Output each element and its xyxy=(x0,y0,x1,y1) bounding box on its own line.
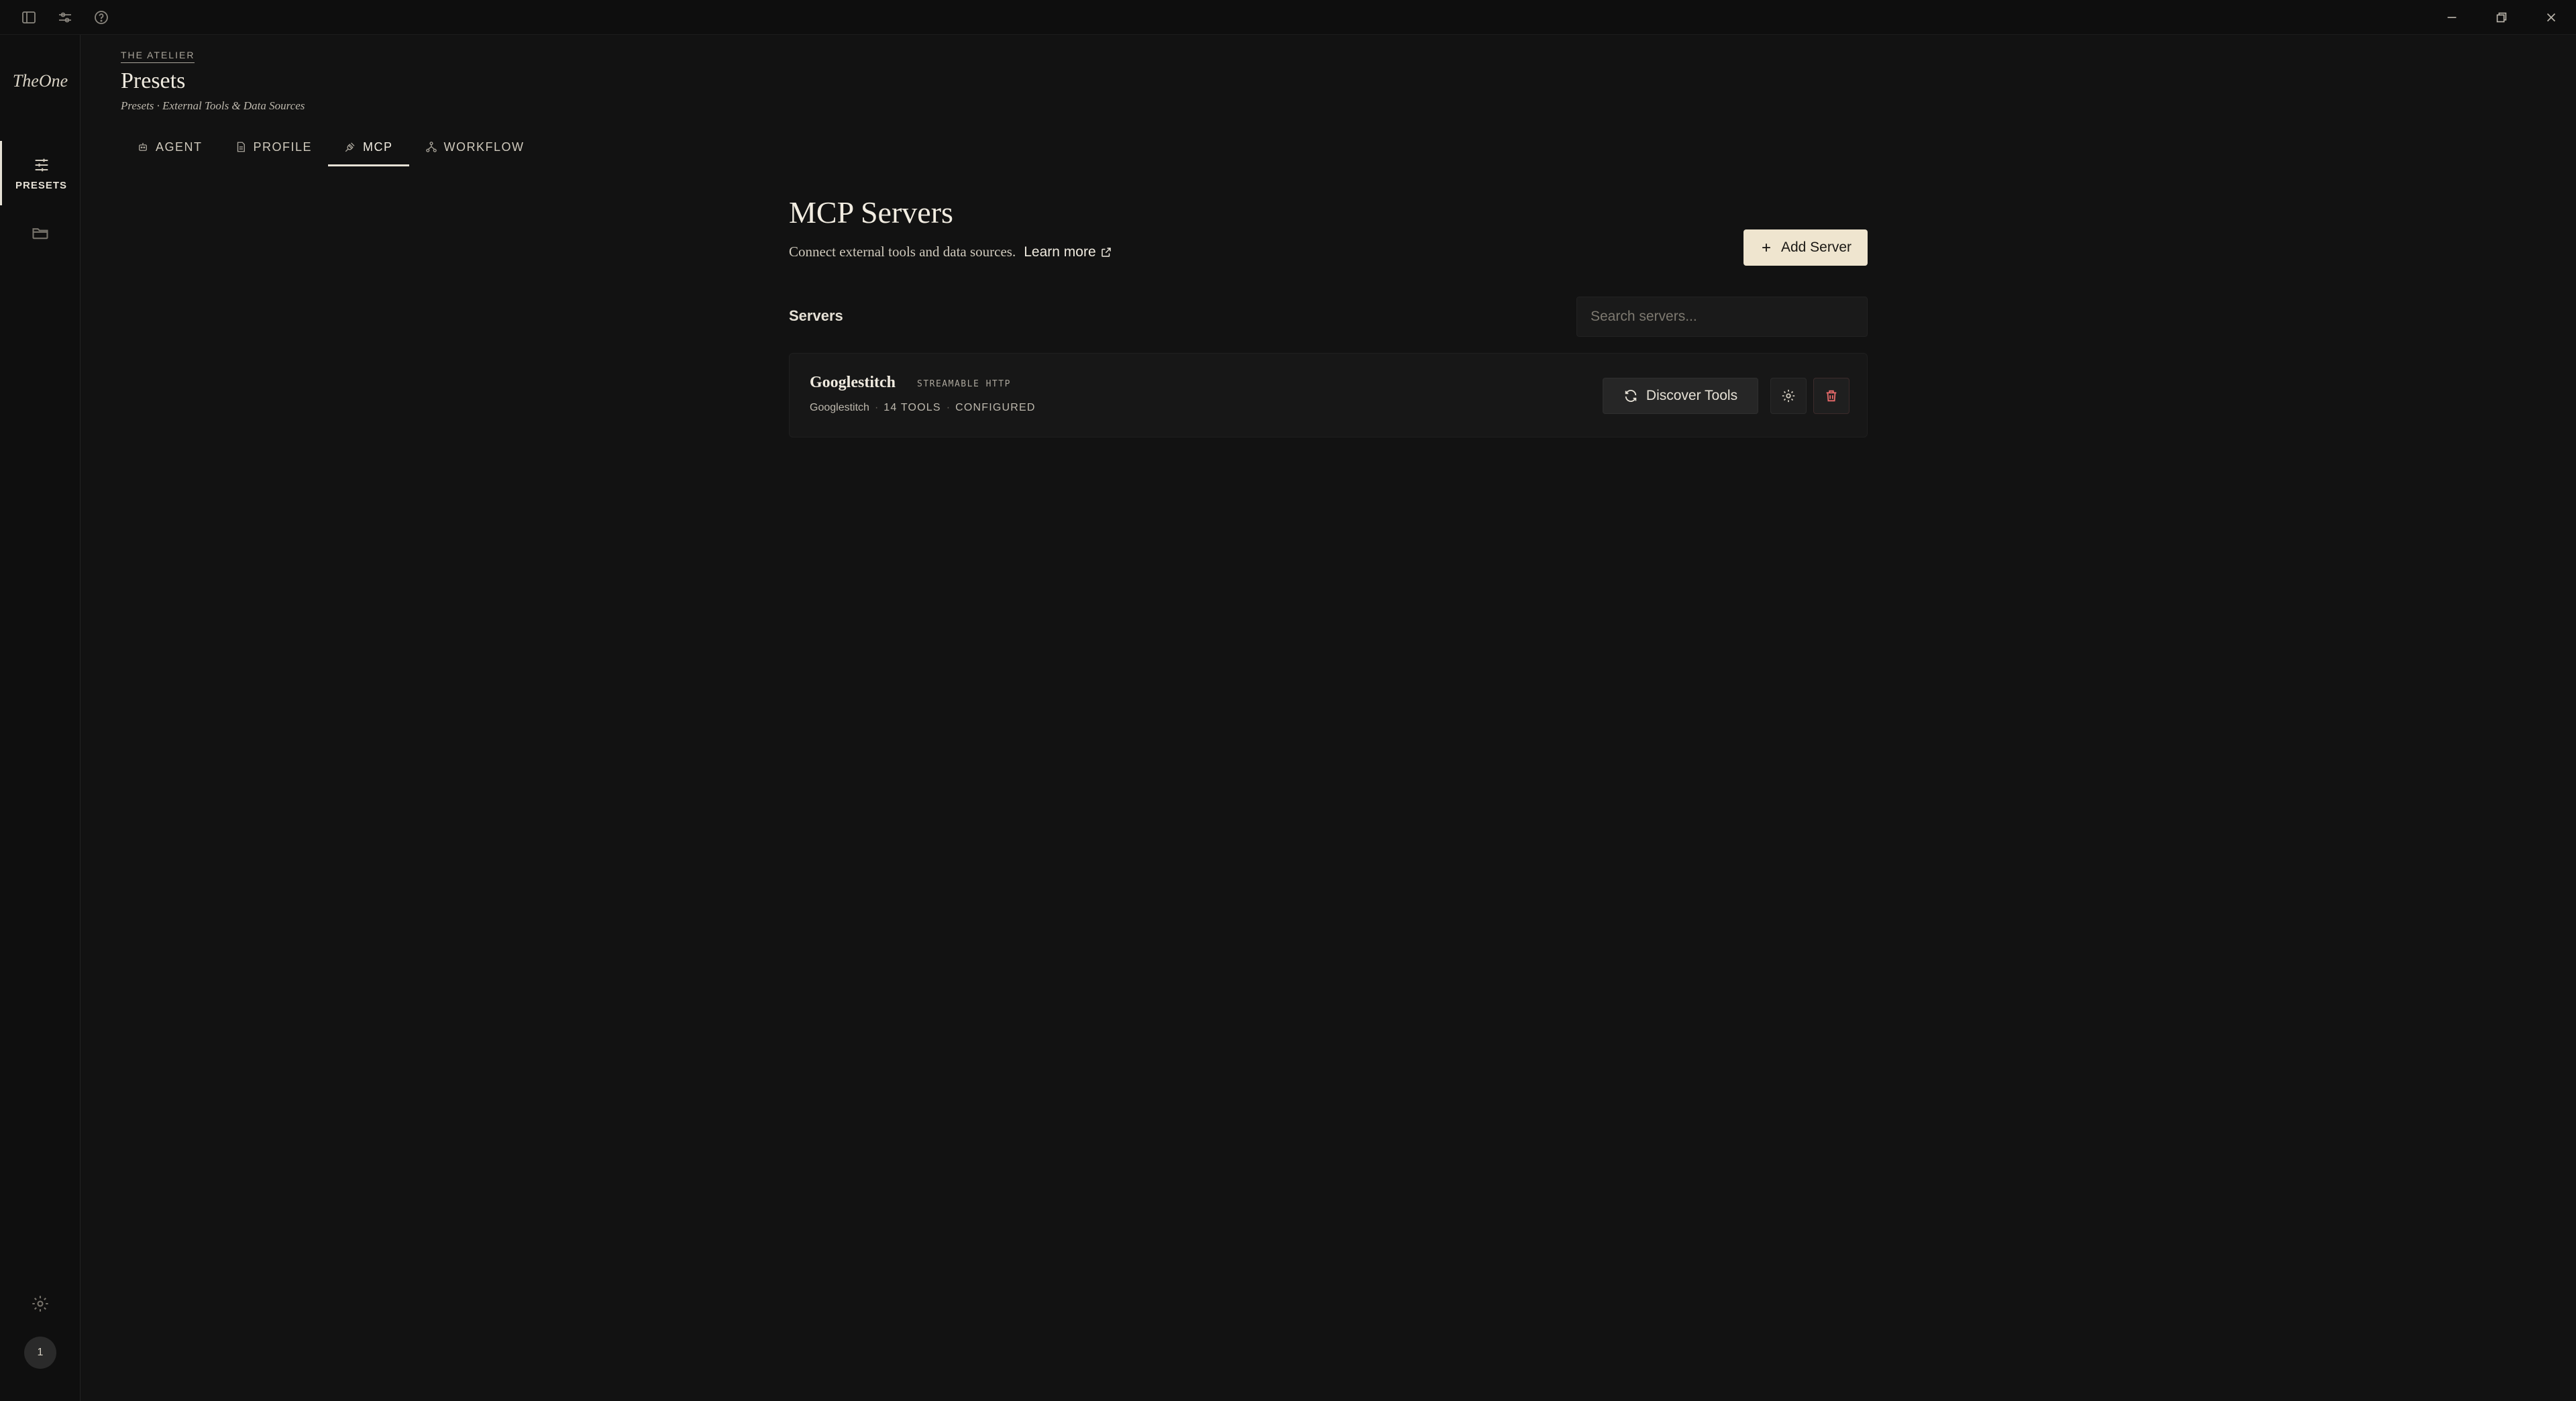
server-id: Googlestitch xyxy=(810,402,869,413)
mcp-panel: MCP Servers Connect external tools and d… xyxy=(789,195,1868,437)
server-status: CONFIGURED xyxy=(955,402,1036,413)
tab-agent[interactable]: AGENT xyxy=(121,127,219,166)
servers-heading: Servers xyxy=(789,307,843,324)
plug-icon xyxy=(345,142,355,152)
sidebar-toggle-icon[interactable] xyxy=(20,9,38,26)
restore-icon[interactable] xyxy=(2491,7,2512,28)
title-bar xyxy=(0,0,2576,35)
add-server-button[interactable]: Add Server xyxy=(1743,229,1868,266)
server-tool-count: 14 TOOLS xyxy=(883,402,941,413)
rail-item-files[interactable] xyxy=(0,216,80,250)
gear-icon xyxy=(32,1296,48,1312)
robot-icon xyxy=(139,143,147,151)
section-title: MCP Servers xyxy=(789,195,953,229)
left-rail: TheOne PRESETS 1 xyxy=(0,35,80,1401)
tab-label: MCP xyxy=(363,140,393,154)
page-subtitle: Presets · External Tools & Data Sources xyxy=(121,99,305,112)
settings-sliders-icon[interactable] xyxy=(56,9,74,26)
workflow-icon xyxy=(425,142,437,152)
rail-item-label: PRESETS xyxy=(15,179,68,191)
server-name: Googlestitch xyxy=(810,374,896,391)
plus-icon xyxy=(1762,244,1770,252)
delete-server-button[interactable] xyxy=(1813,378,1849,414)
gear-icon xyxy=(1782,389,1795,403)
rail-item-settings[interactable] xyxy=(0,1287,80,1320)
eyebrow: THE ATELIER xyxy=(121,50,195,63)
avatar[interactable]: 1 xyxy=(24,1337,56,1369)
external-link-icon xyxy=(1101,247,1111,257)
separator: · xyxy=(874,402,879,413)
separator: · xyxy=(946,402,951,413)
discover-tools-label: Discover Tools xyxy=(1646,388,1738,403)
page-header: THE ATELIER Presets Presets · External T… xyxy=(121,50,305,113)
search-input[interactable] xyxy=(1576,297,1868,337)
folder-icon xyxy=(32,228,48,240)
tab-label: WORKFLOW xyxy=(443,140,525,154)
server-card[interactable]: Googlestitch STREAMABLE HTTP Googlestitc… xyxy=(789,353,1868,437)
minimize-icon[interactable] xyxy=(2442,7,2462,28)
refresh-icon xyxy=(1625,390,1637,402)
page-title: Presets xyxy=(121,68,186,93)
document-icon xyxy=(237,142,245,152)
tab-profile[interactable]: PROFILE xyxy=(219,127,329,166)
sliders-icon xyxy=(35,158,48,171)
tab-label: PROFILE xyxy=(253,140,313,154)
tab-mcp[interactable]: MCP xyxy=(328,127,409,166)
server-settings-button[interactable] xyxy=(1770,378,1807,414)
learn-more-link[interactable]: Learn more xyxy=(1024,244,1112,260)
trash-icon xyxy=(1826,390,1837,402)
learn-more-label: Learn more xyxy=(1024,244,1096,260)
help-icon[interactable] xyxy=(93,9,110,26)
server-transport-badge: STREAMABLE HTTP xyxy=(917,379,1011,389)
close-icon[interactable] xyxy=(2541,7,2561,28)
rail-item-presets[interactable]: PRESETS xyxy=(0,141,80,205)
server-meta: Googlestitch · 14 TOOLS · CONFIGURED xyxy=(810,402,1036,414)
servers-toolbar: Servers xyxy=(789,297,1868,337)
tab-label: AGENT xyxy=(156,140,203,154)
section-description: Connect external tools and data sources.… xyxy=(789,244,1868,260)
tab-workflow[interactable]: WORKFLOW xyxy=(409,127,541,166)
app-logo: TheOne xyxy=(12,71,68,91)
add-server-label: Add Server xyxy=(1780,240,1851,255)
discover-tools-button[interactable]: Discover Tools xyxy=(1603,378,1758,414)
tab-bar: AGENT PROFILE MCP WORKFLOW xyxy=(121,127,541,166)
description-text: Connect external tools and data sources. xyxy=(789,244,1016,260)
